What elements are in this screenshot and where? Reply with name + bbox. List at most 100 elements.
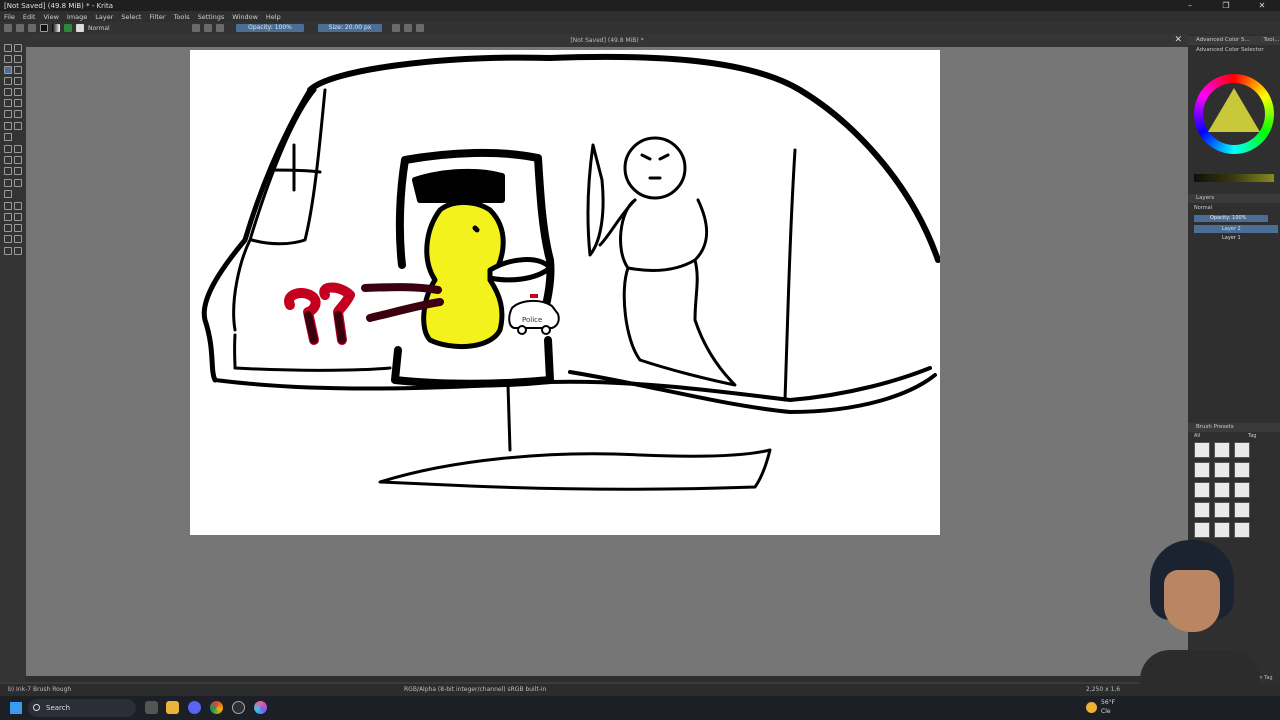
gradient-tool-icon[interactable] (4, 145, 12, 153)
menu-help[interactable]: Help (262, 13, 285, 21)
polygonal-select-tool-icon[interactable] (4, 213, 12, 221)
gradient-icon[interactable] (52, 24, 60, 32)
transform-tool-icon[interactable] (4, 122, 12, 130)
new-document-icon[interactable] (4, 24, 12, 32)
color-selector-tabs[interactable]: Advanced Color S... Tool... (1188, 36, 1280, 45)
brush-preset-12[interactable] (1234, 502, 1250, 518)
brush-preset-2[interactable] (1214, 442, 1230, 458)
menu-edit[interactable]: Edit (19, 13, 40, 21)
polygon-tool-icon[interactable] (4, 88, 12, 96)
contiguous-select-tool-icon[interactable] (4, 224, 12, 232)
brush-preset-5[interactable] (1214, 462, 1230, 478)
brush-tag-select[interactable]: Tag (1248, 433, 1256, 439)
multibrush-tool-icon[interactable] (14, 110, 22, 118)
layer-row-layer-1[interactable]: Layer 1 (1194, 234, 1278, 242)
krita-icon[interactable] (254, 701, 267, 714)
drawing-canvas[interactable]: Police (190, 50, 940, 535)
freehand-select-tool-icon[interactable] (14, 213, 22, 221)
zoom-tool-icon[interactable] (4, 247, 12, 255)
elliptical-select-tool-icon[interactable] (14, 202, 22, 210)
close-document-icon[interactable]: ✕ (1174, 34, 1182, 47)
polyline-tool-icon[interactable] (14, 88, 22, 96)
freehand-path-tool-icon[interactable] (14, 99, 22, 107)
brush-preset-10[interactable] (1194, 502, 1210, 518)
measure-tool-icon[interactable] (14, 179, 22, 187)
similar-select-tool-icon[interactable] (14, 224, 22, 232)
layers-blend-mode[interactable]: Normal (1194, 205, 1212, 211)
weather-icon[interactable] (1086, 702, 1097, 713)
document-tab[interactable]: [Not Saved] (49.8 MiB) * ✕ (26, 34, 1188, 47)
maximize-button[interactable]: ❐ (1208, 0, 1244, 11)
menu-image[interactable]: Image (63, 13, 91, 21)
canvas-area[interactable]: Police (26, 47, 1188, 682)
brush-preset-15[interactable] (1234, 522, 1250, 538)
save-document-icon[interactable] (28, 24, 36, 32)
brush-preset-icon[interactable] (76, 24, 84, 32)
open-document-icon[interactable] (16, 24, 24, 32)
calligraphy-tool-icon[interactable] (14, 55, 22, 63)
line-tool-icon[interactable] (14, 66, 22, 74)
fill-tool-icon[interactable] (4, 167, 12, 175)
horizontal-scrollbar[interactable] (26, 676, 1188, 682)
brush-preset-13[interactable] (1194, 522, 1210, 538)
menu-layer[interactable]: Layer (91, 13, 117, 21)
freehand-brush-tool-icon[interactable] (4, 66, 12, 74)
text-tool-icon[interactable] (14, 44, 22, 52)
menu-file[interactable]: File (0, 13, 19, 21)
rectangle-tool-icon[interactable] (4, 77, 12, 85)
brush-preset-1[interactable] (1194, 442, 1210, 458)
horizontal-mirror-icon[interactable] (404, 24, 412, 32)
brush-preset-11[interactable] (1214, 502, 1230, 518)
opacity-slider[interactable]: Opacity: 100% (236, 24, 304, 32)
crop-tool-icon[interactable] (4, 133, 12, 141)
brush-filter-select[interactable]: All (1194, 433, 1200, 439)
reload-preset-icon[interactable] (216, 24, 224, 32)
tab-advanced-color-selector[interactable]: Advanced Color S... (1196, 37, 1250, 43)
tab-tool-options[interactable]: Tool... (1264, 37, 1280, 43)
dynamic-brush-tool-icon[interactable] (4, 110, 12, 118)
chrome-icon[interactable] (210, 701, 223, 714)
edit-shapes-tool-icon[interactable] (4, 55, 12, 63)
smart-patch-tool-icon[interactable] (14, 156, 22, 164)
obs-icon[interactable] (232, 701, 245, 714)
reference-images-tool-icon[interactable] (4, 190, 12, 198)
brush-preset-4[interactable] (1194, 462, 1210, 478)
wrap-around-icon[interactable] (416, 24, 424, 32)
enclose-fill-tool-icon[interactable] (14, 167, 22, 175)
bezier-tool-icon[interactable] (4, 99, 12, 107)
move-tool-icon[interactable] (14, 122, 22, 130)
fg-bg-color-icon[interactable] (40, 24, 48, 32)
size-slider[interactable]: Size: 20.00 px (318, 24, 382, 32)
blend-mode-select[interactable]: Normal (88, 25, 188, 32)
discord-icon[interactable] (188, 701, 201, 714)
ellipse-tool-icon[interactable] (14, 77, 22, 85)
eraser-mode-icon[interactable] (192, 24, 200, 32)
menu-tools[interactable]: Tools (170, 13, 194, 21)
taskbar-search[interactable]: Search (28, 699, 136, 717)
close-button[interactable]: ✕ (1244, 0, 1280, 11)
select-shapes-tool-icon[interactable] (4, 44, 12, 52)
mirror-icon[interactable] (392, 24, 400, 32)
bezier-select-tool-icon[interactable] (4, 235, 12, 243)
rectangular-select-tool-icon[interactable] (4, 202, 12, 210)
brush-preset-9[interactable] (1234, 482, 1250, 498)
magnetic-select-tool-icon[interactable] (14, 235, 22, 243)
menu-filter[interactable]: Filter (145, 13, 169, 21)
menu-select[interactable]: Select (117, 13, 145, 21)
layers-opacity-slider[interactable]: Opacity: 100% (1194, 215, 1268, 222)
brush-preset-14[interactable] (1214, 522, 1230, 538)
menu-window[interactable]: Window (228, 13, 262, 21)
preserve-alpha-icon[interactable] (204, 24, 212, 32)
minimize-button[interactable]: – (1172, 0, 1208, 11)
brush-preset-3[interactable] (1234, 442, 1250, 458)
file-explorer-icon[interactable] (166, 701, 179, 714)
layer-row-layer-2[interactable]: Layer 2 (1194, 225, 1278, 233)
menu-view[interactable]: View (39, 13, 62, 21)
pan-tool-icon[interactable] (14, 247, 22, 255)
brush-preset-7[interactable] (1194, 482, 1210, 498)
task-view-icon[interactable] (145, 701, 158, 714)
assistant-tool-icon[interactable] (4, 179, 12, 187)
color-triangle[interactable] (1208, 88, 1260, 132)
brush-preset-6[interactable] (1234, 462, 1250, 478)
menu-settings[interactable]: Settings (194, 13, 229, 21)
